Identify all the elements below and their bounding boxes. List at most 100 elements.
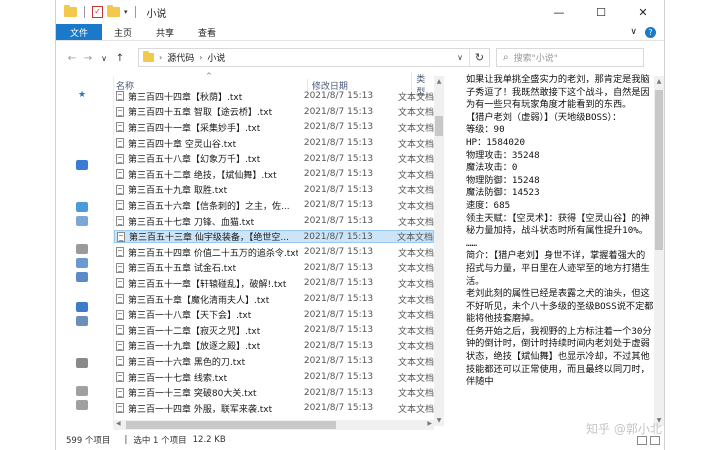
preview-paragraph: 等级：90 [466, 124, 505, 136]
back-button[interactable]: ← [64, 53, 80, 64]
minimize-button[interactable]: — [538, 0, 580, 24]
file-list: 第三百四十四章【秋荫】.txt 2021/8/7 15:13 文本文档 第三百四十五章… [114, 90, 434, 423]
tab-file[interactable]: 文件 [56, 24, 103, 40]
horizontal-scrollbar[interactable]: ◀ ▶ [114, 420, 434, 430]
navigation-pane: ★ [56, 76, 114, 428]
file-row[interactable]: 第三百五十三章 仙宇级装备，【绝世空... 2021/8/7 15:13 文本文档 [114, 230, 434, 243]
quick-access-toolbar: ✓ ▾ [64, 5, 139, 18]
file-type: 文本文档 [397, 155, 434, 166]
local-disk-icon[interactable] [76, 386, 88, 396]
file-row[interactable]: 第三百五十五章 试金石.txt 2021/8/7 15:13 文本文档 [114, 262, 434, 274]
text-file-icon [116, 356, 124, 367]
maximize-button[interactable]: ☐ [580, 0, 622, 24]
file-row[interactable]: 第三百一十八章【天下会】.txt 2021/8/7 15:13 文本文档 [114, 308, 434, 321]
refresh-button[interactable]: ↻ [469, 49, 489, 66]
scroll-down-icon[interactable]: ▼ [434, 417, 444, 424]
text-file-icon [116, 153, 124, 164]
file-row[interactable]: 第三百一十六章 黑色的刀.txt 2021/8/7 15:13 文本文档 [114, 355, 434, 368]
scroll-left-icon[interactable]: ◀ [116, 420, 121, 427]
scrollbar-thumb[interactable] [126, 421, 336, 429]
preview-paragraph: 简介：【猎户老刘】身世不详，掌握着强大的招式与力量，平日里在人迹罕至的地方打猎生… [466, 250, 650, 287]
file-row[interactable]: 第三百四十一章【采集妙手】.txt 2021/8/7 15:13 文本文档 [114, 121, 434, 134]
scroll-up-icon[interactable]: ▲ [654, 78, 664, 85]
videos-icon[interactable] [76, 244, 88, 254]
breadcrumb-source-code[interactable]: 源代码 [167, 51, 194, 64]
file-date: 2021/8/7 15:13 [303, 293, 374, 304]
file-row[interactable]: 第三百五十章【魔化清雨夫人】.txt 2021/8/7 15:13 文本文档 [114, 293, 434, 306]
watermark: 知乎 @郭小北 [586, 422, 662, 436]
chevron-right-icon[interactable]: › [199, 53, 202, 62]
preview-scrollbar[interactable]: ▲ ▼ [654, 76, 664, 426]
preview-paragraph: 任务开始之后，我视野的上方标注着一个30分钟的倒计时，倒计时持续时间内老刘处于虚… [466, 325, 652, 388]
ribbon: 文件 主页 共享 查看 ∨ ? [56, 24, 664, 41]
drive-icon[interactable] [76, 400, 88, 410]
window-controls: — ☐ ✕ [538, 0, 664, 24]
scrollbar-thumb[interactable] [655, 90, 663, 250]
file-row[interactable]: 第三百一十二章【寂灭之咒】.txt 2021/8/7 15:13 文本文档 [114, 324, 434, 337]
file-list-scrollbar[interactable]: ▲ ▼ [434, 76, 444, 426]
file-row[interactable]: 第三百一十四章 外服，联军来袭.txt 2021/8/7 15:13 文本文档 [114, 402, 434, 415]
text-file-icon [116, 215, 124, 226]
file-name: 第三百一十九章【放逐之殿】.txt [128, 342, 261, 353]
file-date: 2021/8/7 15:13 [303, 309, 374, 320]
file-date: 2021/8/7 15:13 [303, 106, 374, 117]
music-icon[interactable] [76, 316, 88, 326]
file-row[interactable]: 第三百四十五章 智取【途云桥】.txt 2021/8/7 15:13 文本文档 [114, 106, 434, 118]
file-row[interactable]: 第三百五十九章 取胜.txt 2021/8/7 15:13 文本文档 [114, 184, 434, 196]
file-row[interactable]: 第三百五十六章【信条刺的】之主，佐... 2021/8/7 15:13 文本文档 [114, 199, 434, 212]
scroll-up-icon[interactable]: ▲ [434, 78, 444, 85]
pin-icon[interactable]: ★ [78, 90, 86, 100]
tab-home[interactable]: 主页 [102, 24, 144, 40]
file-row[interactable]: 第三百一十七章 线索.txt 2021/8/7 15:13 文本文档 [114, 371, 434, 384]
text-file-icon [116, 340, 124, 351]
3d-objects-icon[interactable] [76, 216, 88, 226]
forward-button[interactable]: → [80, 53, 96, 64]
search-input[interactable]: 搜索"小说" [514, 51, 558, 64]
this-pc-icon[interactable] [76, 202, 88, 212]
properties-icon[interactable]: ✓ [92, 6, 103, 18]
preview-paragraph: 领主天赋：【空灵术】：获得【空灵山谷】的神秘力量加持，战斗状态时所有属性提升10… [466, 212, 650, 237]
search-box[interactable]: ⌕ 搜索"小说" [496, 48, 644, 67]
expand-ribbon-icon[interactable]: ∨ [630, 27, 637, 37]
desktop-icon[interactable] [76, 358, 88, 368]
address-dropdown-button[interactable]: ∨ [451, 53, 469, 62]
selected-size: 12.2 KB [192, 435, 226, 445]
file-row[interactable]: 第三百五十八章【幻象万千】.txt 2021/8/7 15:13 文本文档 [114, 152, 434, 166]
chevron-right-icon[interactable]: › [159, 53, 162, 62]
file-row[interactable]: 第三百一十三章 突破80大关.txt 2021/8/7 15:13 文本文档 [114, 386, 434, 399]
file-row[interactable]: 第三百四十章 空灵山谷.txt 2021/8/7 15:13 文本文档 [114, 137, 434, 150]
documents-icon[interactable] [76, 272, 88, 282]
divider: | [124, 435, 128, 445]
file-type: 文本文档 [397, 170, 434, 181]
chevron-down-icon[interactable]: ▾ [124, 8, 128, 16]
pictures-icon[interactable] [76, 258, 88, 268]
downloads-icon[interactable] [76, 302, 88, 312]
breadcrumb-novels[interactable]: 小说 [207, 51, 225, 64]
file-row[interactable]: 第三百五十四章 价值二十五万的追杀令.txt 2021/8/7 15:13 文本文档 [114, 246, 434, 259]
new-folder-icon[interactable] [107, 5, 120, 17]
address-bar[interactable]: › 源代码 › 小说 ∨ ↻ [138, 48, 490, 67]
up-button[interactable]: ↑ [112, 53, 128, 64]
file-row[interactable]: 第三百五十二章 绝技，【斌仙舞】.txt 2021/8/7 15:13 文本文档 [114, 168, 434, 181]
file-name: 第三百五十八章【幻象万千】.txt [128, 155, 261, 166]
file-row[interactable]: 第三百一十九章【放逐之殿】.txt 2021/8/7 15:13 文本文档 [114, 340, 434, 352]
text-file-icon [116, 184, 124, 195]
tab-view[interactable]: 查看 [186, 24, 228, 40]
close-button[interactable]: ✕ [622, 0, 664, 24]
file-name: 第三百四十一章【采集妙手】.txt [128, 123, 261, 134]
text-file-icon [116, 122, 124, 133]
recent-locations-button[interactable]: ∨ [96, 54, 112, 63]
onedrive-icon[interactable] [76, 160, 88, 170]
file-row[interactable]: 第三百四十四章【秋荫】.txt 2021/8/7 15:13 文本文档 [114, 90, 434, 103]
file-type: 文本文档 [397, 139, 434, 150]
tab-share[interactable]: 共享 [144, 24, 186, 40]
file-name: 第三百五十五章 试金石.txt [128, 264, 237, 275]
scrollbar-thumb[interactable] [435, 116, 443, 136]
preview-paragraph: 老刘此刻的属性已经是表露之犬的油头，但这不好听见，未个八十多级的圣级BOSS说不… [466, 288, 654, 325]
scroll-right-icon[interactable]: ▶ [427, 420, 432, 427]
divider [84, 6, 85, 18]
file-type: 文本文档 [397, 186, 434, 197]
file-row[interactable]: 第三百五十一章【轩辕碰乱】，破解!.txt 2021/8/7 15:13 文本文档 [114, 277, 434, 290]
file-row[interactable]: 第三百五十七章 刀锋、血猫.txt 2021/8/7 15:13 文本文档 [114, 215, 434, 228]
help-icon[interactable]: ? [645, 26, 656, 38]
